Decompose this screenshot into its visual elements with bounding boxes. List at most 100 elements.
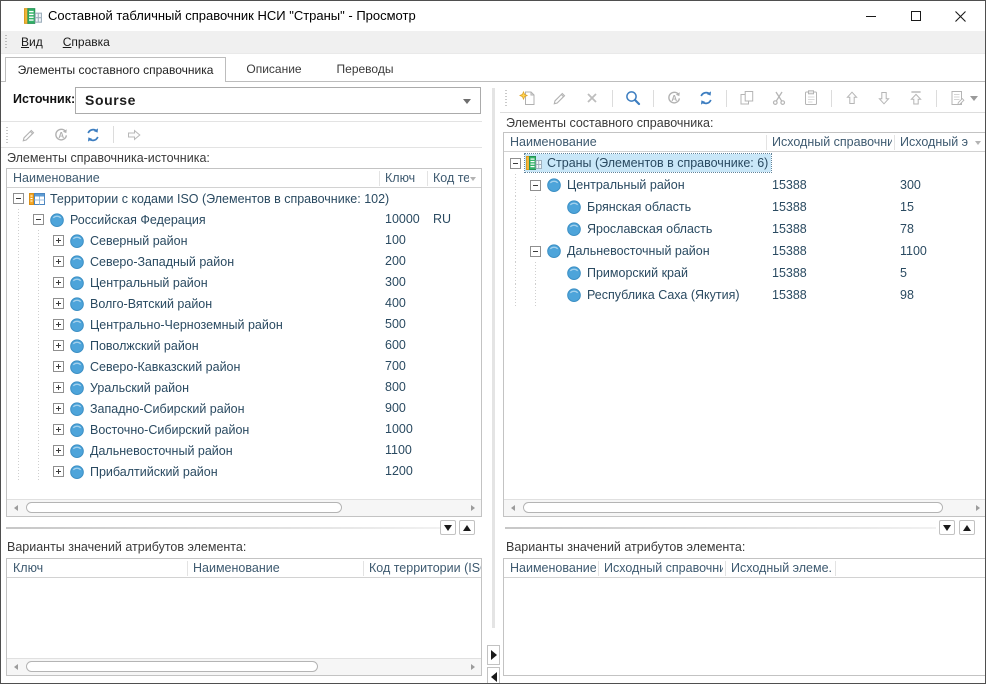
tree-row[interactable]: Волго-Вятский район400 [7,293,481,314]
expander-icon[interactable] [53,340,64,351]
collapse-down-button[interactable] [939,520,955,535]
horizontal-scrollbar[interactable] [7,499,481,516]
expander-icon[interactable] [13,193,24,204]
tab-translations[interactable]: Переводы [321,57,409,81]
horizontal-scrollbar[interactable] [7,658,481,675]
maximize-button[interactable] [893,1,938,31]
toolbar-overflow-icon[interactable] [970,96,978,101]
column-header-name[interactable]: Наименование [504,559,596,577]
properties-button[interactable] [941,86,973,110]
column-header-name[interactable]: Наименование [7,169,377,187]
delete-button[interactable] [576,86,608,110]
tree-row[interactable]: Дальневосточный район1100 [7,440,481,461]
expander-icon[interactable] [510,158,521,169]
expander-icon[interactable] [530,246,541,257]
edit-button[interactable] [544,86,576,110]
tree-row[interactable]: Российская Федерация10000RU [7,209,481,230]
tree-row[interactable]: Северо-Западный район200 [7,251,481,272]
column-header-source-elem[interactable]: Исходный элеме... [725,559,833,577]
tree-row[interactable]: Страны (Элементов в справочнике: 6) [504,152,986,174]
paste-button[interactable] [795,86,827,110]
column-header-code[interactable]: Код терр [427,169,469,187]
tree-row[interactable]: Прибалтийский район1200 [7,461,481,482]
menu-view[interactable]: Вид [11,31,53,54]
expander-icon[interactable] [53,403,64,414]
column-header-name[interactable]: Наименование [187,559,361,577]
expander-icon[interactable] [53,445,64,456]
horizontal-splitter[interactable] [1,519,482,537]
tree-row[interactable]: Восточно-Сибирский район1000 [7,419,481,440]
scrollbar-thumb[interactable] [523,502,943,513]
tree-row[interactable]: Центральный район300 [7,272,481,293]
tree-row[interactable]: Центрально-Черноземный район500 [7,314,481,335]
cut-button[interactable] [763,86,795,110]
copy-button[interactable] [731,86,763,110]
refresh-button[interactable] [77,123,109,147]
column-header-name[interactable]: Наименование [504,133,764,151]
tree-row[interactable]: Северо-Кавказский район700 [7,356,481,377]
tree-row[interactable]: Приморский край153885 [504,262,986,284]
column-header-key[interactable]: Ключ [379,169,425,187]
column-header-territory-code[interactable]: Код территории (ISO [363,559,481,577]
search-button[interactable] [617,86,649,110]
auto-refresh-button[interactable]: A [658,86,690,110]
vertical-splitter[interactable] [487,82,500,684]
tree-row[interactable]: Республика Саха (Якутия)1538898 [504,284,986,306]
collapse-left-button[interactable] [487,667,500,684]
tree-row[interactable]: Дальневосточный район153881100 [504,240,986,262]
menu-help[interactable]: Справка [53,31,120,54]
scrollbar-thumb[interactable] [26,661,318,672]
collapse-up-button[interactable] [459,520,475,535]
tab-description[interactable]: Описание [227,57,321,81]
tree-row[interactable]: Поволжский район600 [7,335,481,356]
expander-icon[interactable] [53,361,64,372]
expander-icon[interactable] [530,180,541,191]
scrollbar-thumb[interactable] [26,502,342,513]
minimize-button[interactable] [848,1,893,31]
collapse-up-button[interactable] [959,520,975,535]
move-top-button[interactable] [900,86,932,110]
add-item-button[interactable] [512,86,544,110]
collapse-right-button[interactable] [487,645,500,665]
horizontal-scrollbar[interactable] [504,499,986,516]
column-header-source-dict[interactable]: Исходный справочник [766,133,892,151]
refresh-button[interactable] [690,86,722,110]
expander-icon[interactable] [53,424,64,435]
tree-row[interactable]: Северный район100 [7,230,481,251]
tree-row[interactable]: Ярославская область1538878 [504,218,986,240]
close-button[interactable] [938,1,983,31]
edit-button[interactable] [13,123,45,147]
tree-row[interactable]: Территории с кодами ISO (Элементов в спр… [7,188,481,209]
tree-row[interactable]: Западно-Сибирский район900 [7,398,481,419]
source-combobox[interactable]: Sourse [75,87,481,114]
scroll-right-icon[interactable] [464,659,481,675]
sort-filter-icon[interactable] [470,177,476,181]
forward-button[interactable] [118,123,150,147]
scroll-right-icon[interactable] [464,500,481,516]
tree-row[interactable]: Брянская область1538815 [504,196,986,218]
horizontal-splitter[interactable] [500,519,984,537]
collapse-down-button[interactable] [440,520,456,535]
scroll-left-icon[interactable] [7,500,24,516]
expander-icon[interactable] [53,298,64,309]
scroll-left-icon[interactable] [7,659,24,675]
expander-icon[interactable] [53,466,64,477]
move-up-button[interactable] [836,86,868,110]
tab-elements[interactable]: Элементы составного справочника [5,57,226,82]
tree-row[interactable]: Центральный район15388300 [504,174,986,196]
expander-icon[interactable] [53,319,64,330]
move-down-button[interactable] [868,86,900,110]
expander-icon[interactable] [53,235,64,246]
scroll-left-icon[interactable] [504,500,521,516]
column-header-source-dict[interactable]: Исходный справочник [598,559,723,577]
scroll-right-icon[interactable] [969,500,986,516]
tree-row[interactable]: Уральский район800 [7,377,481,398]
auto-refresh-button[interactable]: A [45,123,77,147]
expander-icon[interactable] [33,214,44,225]
column-header-source-elem[interactable]: Исходный э [894,133,972,151]
expander-icon[interactable] [53,256,64,267]
expander-icon[interactable] [53,277,64,288]
expander-icon[interactable] [53,382,64,393]
sort-filter-icon[interactable] [975,141,981,145]
column-header-key[interactable]: Ключ [7,559,185,577]
